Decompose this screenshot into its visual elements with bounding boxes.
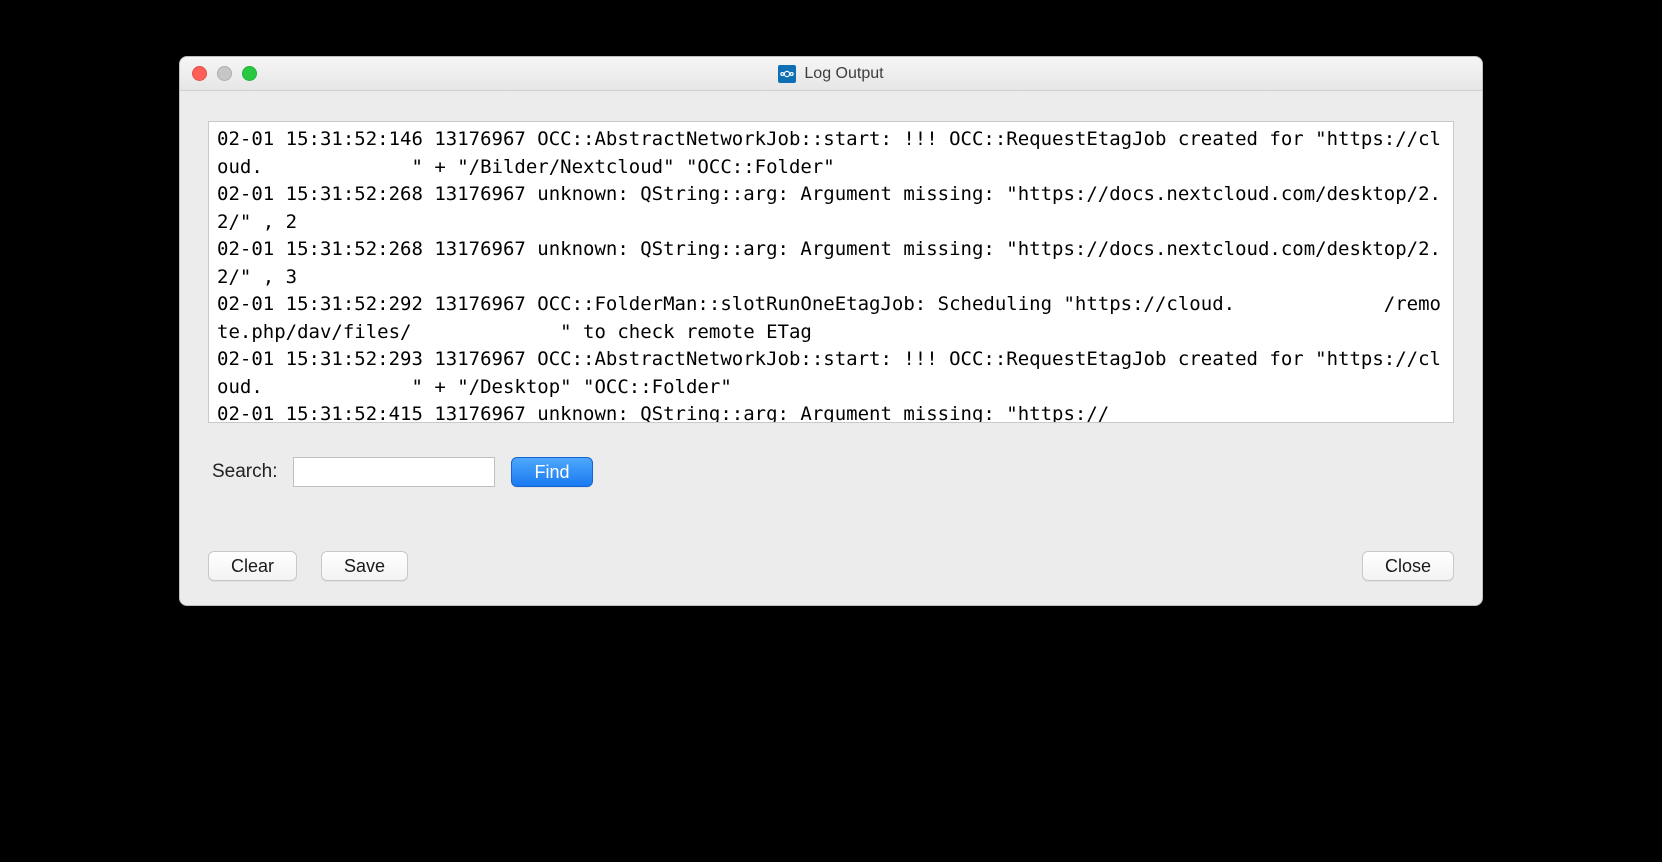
log-output-window: Log Output 02-01 15:31:52:146 13176967 O… <box>179 56 1483 606</box>
titlebar: Log Output <box>180 57 1482 91</box>
traffic-lights <box>192 66 257 81</box>
clear-button[interactable]: Clear <box>208 551 297 581</box>
search-input[interactable] <box>293 457 495 487</box>
window-content: 02-01 15:31:52:146 13176967 OCC::Abstrac… <box>180 91 1482 605</box>
search-row: Search: Find <box>208 457 1454 487</box>
find-button[interactable]: Find <box>511 457 592 487</box>
button-row: Clear Save Close <box>208 551 1454 581</box>
log-text-area[interactable]: 02-01 15:31:52:146 13176967 OCC::Abstrac… <box>208 121 1454 423</box>
close-button[interactable]: Close <box>1362 551 1454 581</box>
nextcloud-icon <box>778 65 796 83</box>
minimize-window-icon[interactable] <box>217 66 232 81</box>
window-title: Log Output <box>804 65 883 83</box>
close-window-icon[interactable] <box>192 66 207 81</box>
save-button[interactable]: Save <box>321 551 408 581</box>
search-label: Search: <box>212 461 277 483</box>
zoom-window-icon[interactable] <box>242 66 257 81</box>
